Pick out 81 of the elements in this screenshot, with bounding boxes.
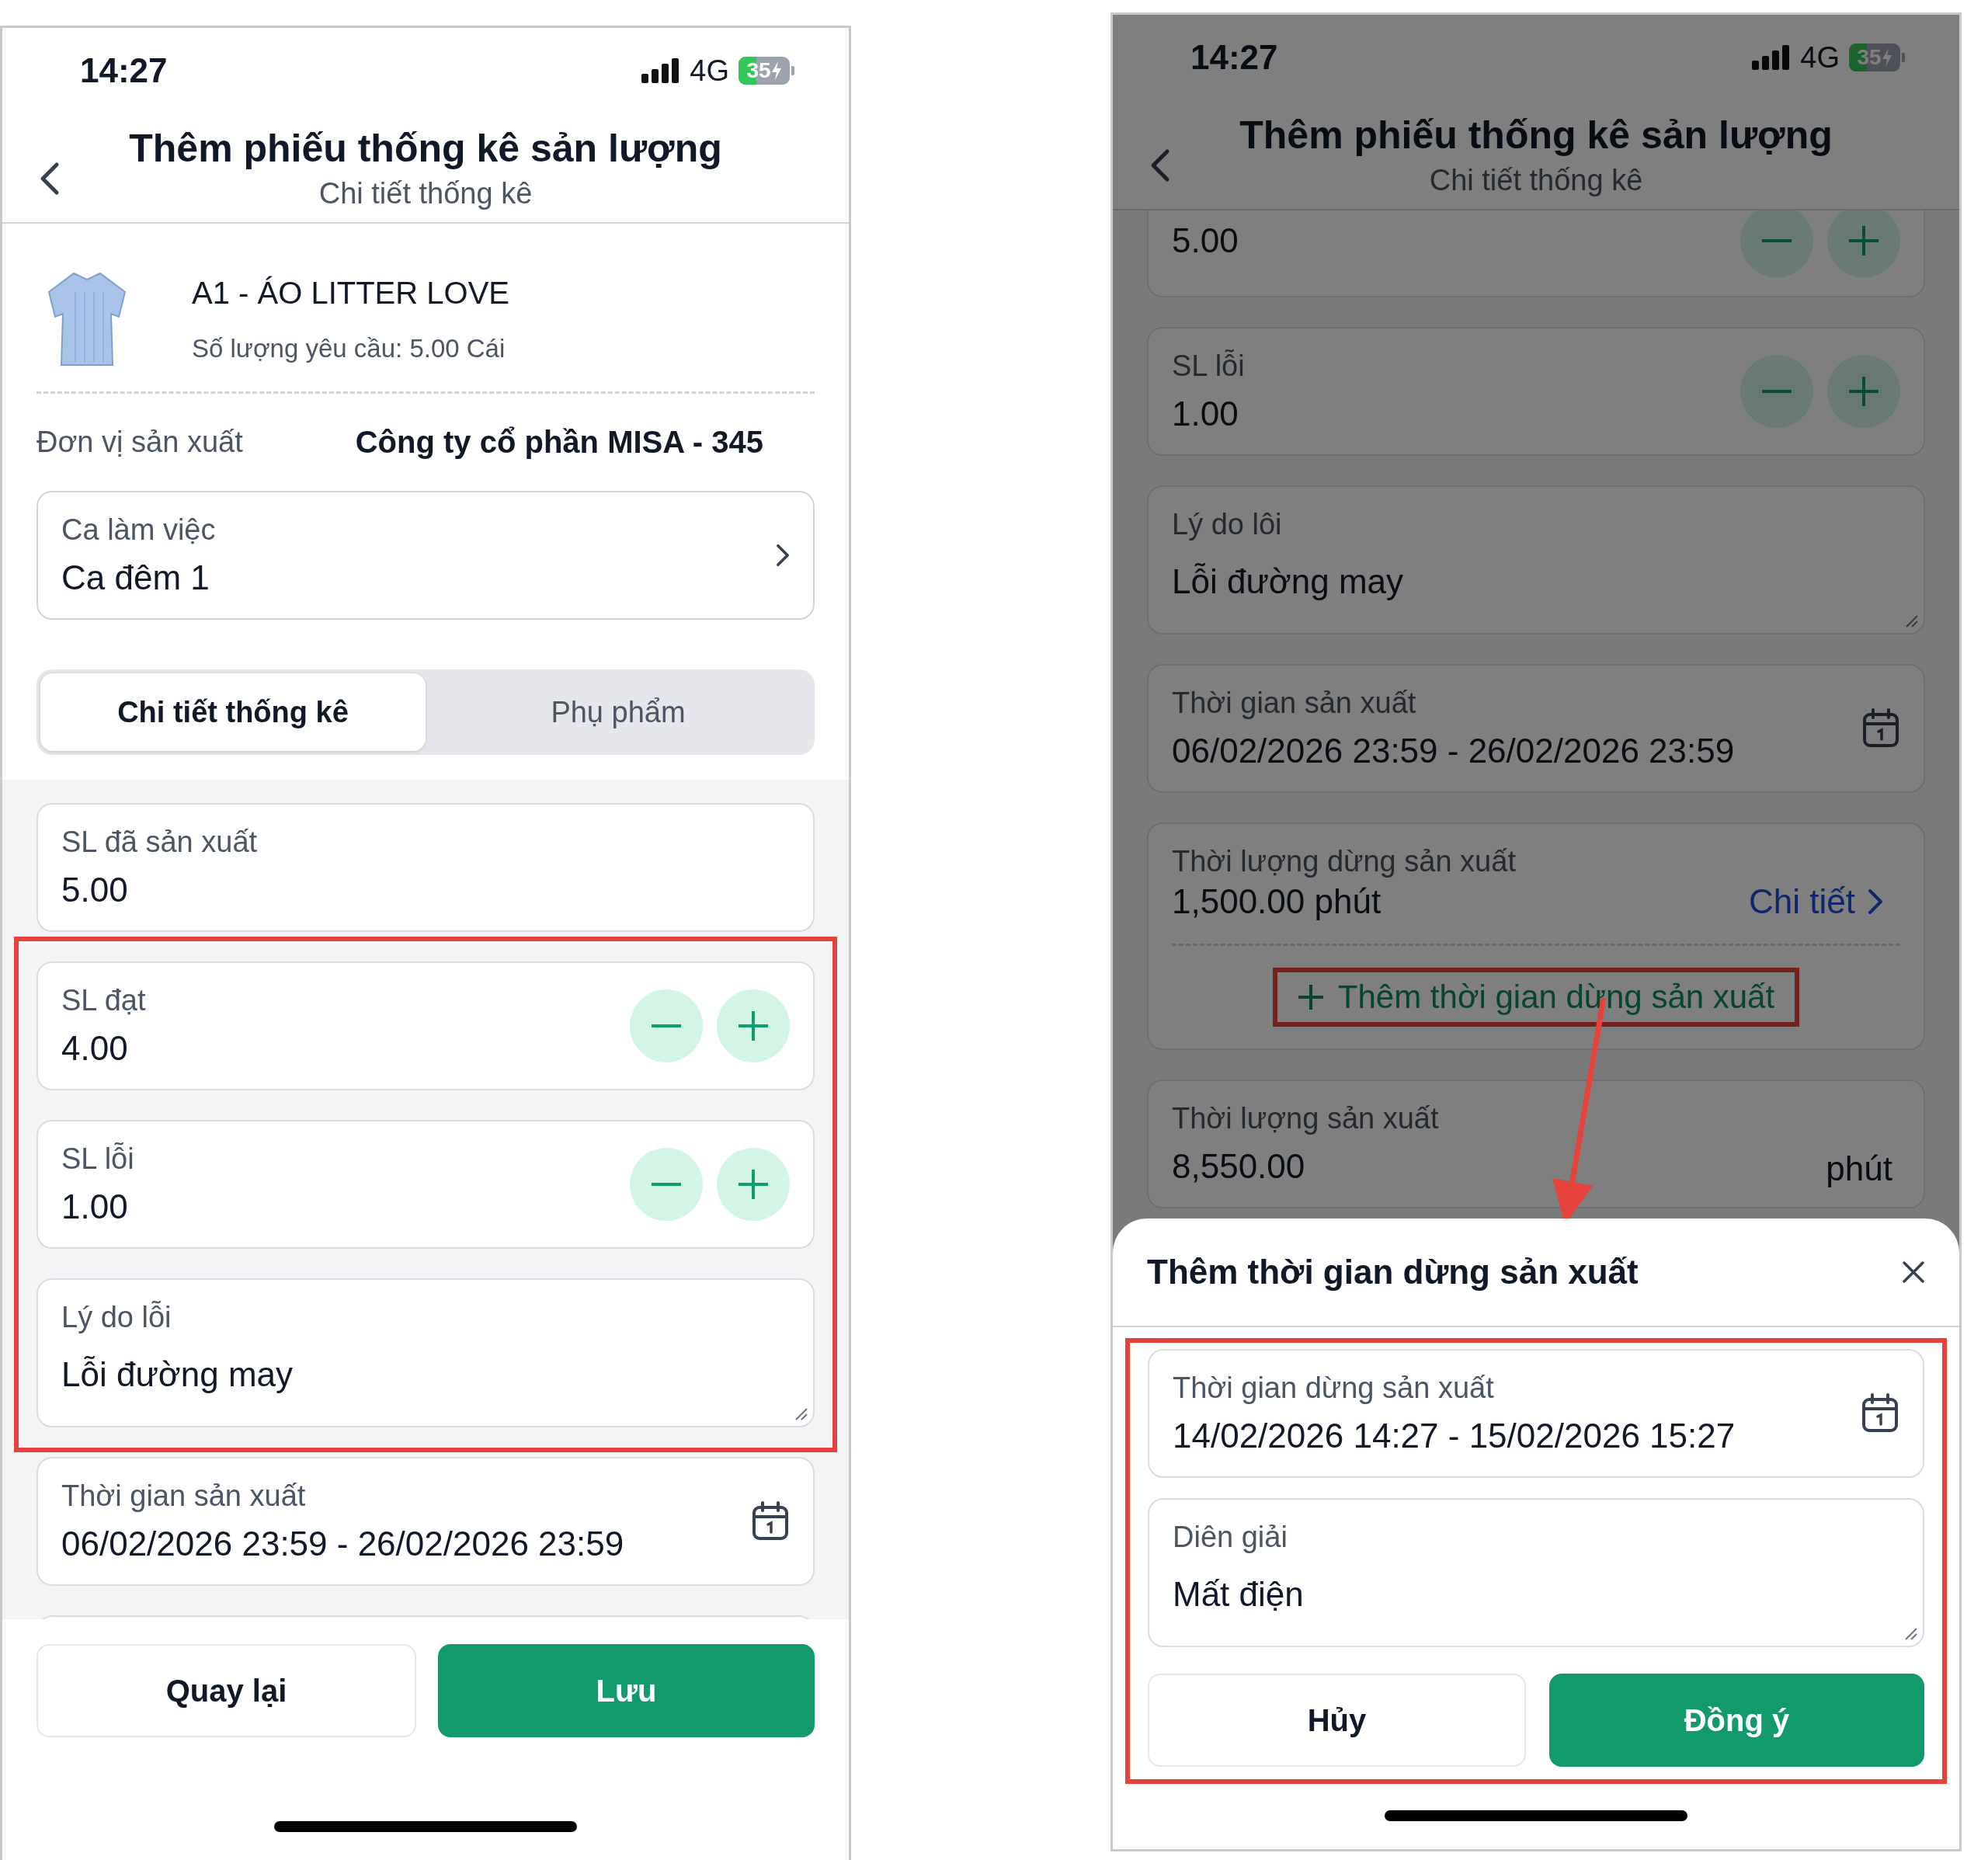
sheet-confirm-button[interactable]: Đồng ý — [1549, 1674, 1924, 1767]
plus-icon — [738, 1010, 769, 1041]
field-value: Lỗi đường may — [1172, 561, 1403, 602]
calendar-icon[interactable] — [1861, 1393, 1899, 1434]
status-time: 14:27 — [80, 51, 168, 90]
field-label: SL lỗi — [1172, 349, 1245, 384]
minus-icon — [1761, 389, 1792, 394]
field-value: 06/02/2026 23:59 - 26/02/2026 23:59 — [1172, 731, 1735, 771]
field-value: 1.00 — [61, 1187, 129, 1227]
field-label: Lý do lỗi — [61, 1300, 172, 1335]
field-label: Đơn vị sản xuất — [36, 426, 243, 459]
field-value: Công ty cổ phần MISA - 345 — [355, 425, 763, 460]
status-time: 14:27 — [1190, 38, 1278, 77]
required-quantity: Số lượng yêu cầu: 5.00 Cái — [192, 333, 506, 363]
minus-icon — [1761, 238, 1792, 243]
resize-handle-icon[interactable] — [1904, 1627, 1918, 1641]
number-field[interactable]: SL lỗi 1.00 — [36, 1120, 815, 1249]
field-label: Thời lượng dừng sản xuất — [1172, 844, 1517, 879]
tab[interactable]: Chi tiết thống kê — [40, 673, 426, 751]
chevron-right-icon — [776, 544, 790, 567]
product-name: A1 - ÁO LITTER LOVE — [192, 275, 509, 311]
form-confirm-button[interactable]: Lưu — [438, 1644, 815, 1737]
field-label: Ca làm việc — [61, 513, 216, 548]
shift-selector[interactable]: Ca làm việc Ca đêm 1 — [36, 491, 815, 620]
field-label: Thời gian dừng sản xuất — [1173, 1371, 1495, 1406]
text-area-field[interactable]: Lý do lỗi Lỗi đường may — [36, 1278, 815, 1427]
field-value: Lỗi đường may — [61, 1354, 293, 1395]
plus-icon — [1297, 984, 1324, 1010]
date-range-field[interactable]: Thời gian sản xuất 06/02/2026 23:59 - 26/02/2026 23:59 — [1147, 664, 1925, 793]
text-area-field[interactable]: Lý do lôi Lỗi đường may — [1147, 485, 1925, 634]
field-value: 5.00 — [1172, 221, 1239, 261]
sheet-back-button[interactable]: Hủy — [1148, 1674, 1526, 1767]
field-value: Ca đêm 1 — [61, 558, 210, 598]
resize-handle-icon[interactable] — [1905, 614, 1919, 628]
minus-icon — [651, 1024, 682, 1028]
field-label: Lý do lôi — [1172, 507, 1283, 542]
field-label: Thời lượng sản xuất — [1172, 1101, 1439, 1136]
field-value: 06/02/2026 23:59 - 26/02/2026 23:59 — [61, 1524, 624, 1564]
field-label: SL đạt — [61, 983, 146, 1018]
chevron-right-icon — [1868, 888, 1883, 915]
number-field[interactable]: 5.00 — [1147, 210, 1925, 297]
field-label: Thời gian sản xuất — [1172, 686, 1417, 721]
network-label: 4G — [1800, 40, 1840, 75]
field-label: Thời gian sản xuất — [61, 1479, 307, 1514]
field-value: 14/02/2026 14:27 - 15/02/2026 15:27 — [1173, 1416, 1736, 1456]
text-area-field[interactable]: Diên giải Mất điện — [1148, 1498, 1924, 1647]
field-value: 1,500.00 phút — [1172, 881, 1382, 922]
form-back-button[interactable]: Quay lại — [36, 1644, 416, 1737]
calendar-icon[interactable] — [1861, 708, 1900, 749]
screen-title: Thêm phiếu thống kê sản lượng — [129, 125, 722, 171]
number-field[interactable]: SL lỗi 1.00 — [1147, 327, 1925, 456]
field-value: 8,550.00 — [1172, 1146, 1306, 1187]
field-label: SL đã sản xuất — [61, 825, 258, 860]
field-value: 1.00 — [1172, 394, 1239, 434]
plus-icon — [1848, 376, 1879, 407]
field-value: Mất điện — [1173, 1574, 1304, 1615]
signal-icon — [1752, 45, 1792, 70]
back-icon[interactable] — [40, 162, 60, 196]
close-icon[interactable] — [1902, 1260, 1925, 1284]
battery-indicator: 35 — [1849, 43, 1900, 71]
screen-title: Thêm phiếu thống kê sản lượng — [1239, 112, 1833, 158]
plus-icon — [1848, 225, 1879, 256]
unit-label: phút — [1826, 1149, 1892, 1188]
field-value: 4.00 — [61, 1028, 129, 1069]
resize-handle-icon[interactable] — [794, 1407, 808, 1421]
field-label: SL lỗi — [61, 1142, 134, 1177]
calendar-icon[interactable] — [751, 1501, 790, 1542]
screen-subtitle: Chi tiết thống kê — [1429, 163, 1643, 197]
number-field[interactable]: SL đạt 4.00 — [36, 961, 815, 1090]
screen-subtitle: Chi tiết thống kê — [318, 176, 533, 210]
sheet-title: Thêm thời gian dừng sản xuất — [1147, 1253, 1639, 1292]
field-label: Diên giải — [1173, 1520, 1288, 1555]
date-range-field[interactable]: Thời gian sản xuất 06/02/2026 23:59 - 26/02/2026 23:59 — [36, 1457, 815, 1586]
plus-icon — [738, 1169, 769, 1200]
back-icon[interactable] — [1150, 148, 1170, 183]
tab[interactable]: Phụ phẩm — [426, 673, 811, 751]
minus-icon — [651, 1182, 682, 1187]
network-label: 4G — [690, 54, 729, 88]
date-range-field[interactable]: Thời gian dừng sản xuất 14/02/2026 14:27 - 15/02/2026 15:27 — [1148, 1349, 1924, 1478]
signal-icon — [641, 58, 681, 83]
field-value: 5.00 — [61, 870, 129, 910]
